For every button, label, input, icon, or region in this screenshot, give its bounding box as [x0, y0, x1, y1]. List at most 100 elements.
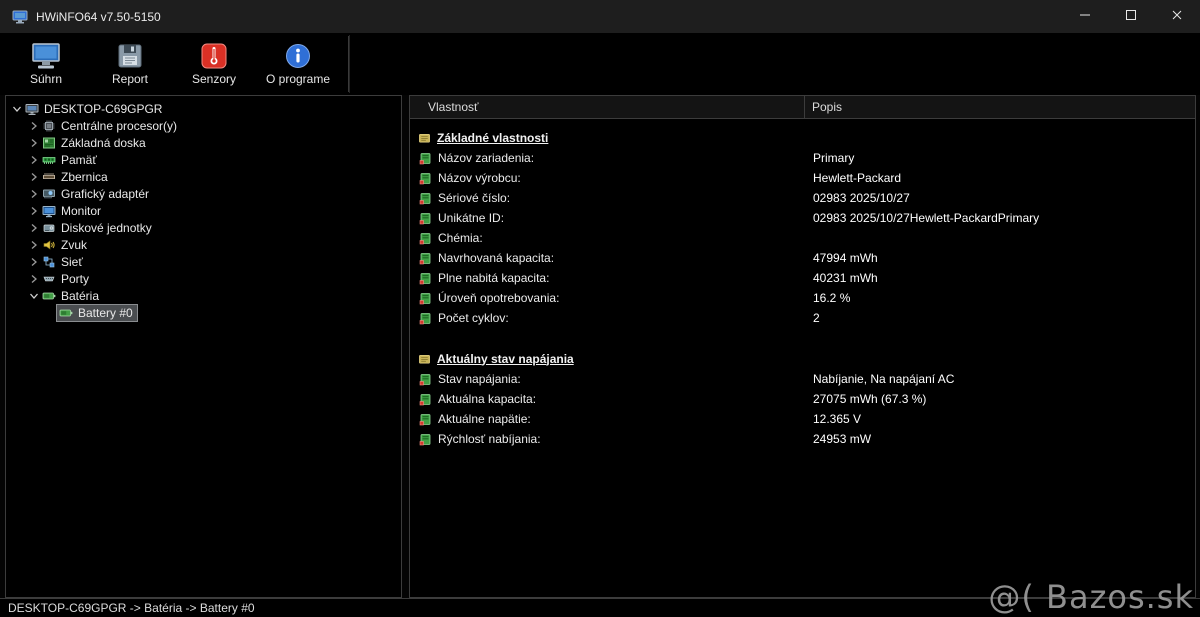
about-button[interactable]: O programe: [256, 36, 340, 92]
tree-item-zvuk[interactable]: Zvuk: [6, 236, 401, 253]
property-label: Aktuálne napätie:: [438, 412, 531, 426]
property-label: Sériové číslo:: [438, 191, 511, 205]
tree-item-z-kladn-doska[interactable]: Základná doska: [6, 134, 401, 151]
sensors-button[interactable]: Senzory: [172, 36, 256, 92]
property-cell: Sériové číslo:: [410, 191, 805, 205]
chevron-right-icon[interactable]: [27, 189, 40, 199]
property-label: Unikátne ID:: [438, 211, 505, 225]
toolbar-group: Súhrn Report Senzory O programe: [4, 35, 350, 93]
report-button[interactable]: Report: [88, 36, 172, 92]
report-icon: [117, 42, 143, 70]
prop-icon: [419, 252, 432, 265]
battery-icon: [59, 306, 73, 320]
tree-item-box[interactable]: DESKTOP-C69GPGR: [23, 101, 166, 117]
tree-item-zbernica[interactable]: Zbernica: [6, 168, 401, 185]
report-button-label: Report: [111, 72, 149, 86]
about-icon: [285, 42, 311, 70]
property-row-r-chlos-nab-jania[interactable]: Rýchlosť nabíjania: 24953 mW: [410, 429, 1195, 449]
chevron-down-icon[interactable]: [10, 104, 23, 114]
property-row-ch-mia[interactable]: Chémia:: [410, 228, 1195, 248]
tree-item-box[interactable]: Zbernica: [40, 169, 112, 185]
chevron-right-icon[interactable]: [27, 257, 40, 267]
monitor-icon: [42, 204, 56, 218]
property-row-navrhovan-kapacita[interactable]: Navrhovaná kapacita: 47994 mWh: [410, 248, 1195, 268]
toolbar: Súhrn Report Senzory O programe: [0, 33, 1200, 95]
tree-item-box[interactable]: Centrálne procesor(y): [40, 118, 181, 134]
close-icon: [1171, 9, 1183, 24]
property-row-unik-tne-id[interactable]: Unikátne ID: 02983 2025/10/27Hewlett-Pack…: [410, 208, 1195, 228]
column-header-value[interactable]: Popis: [805, 100, 842, 114]
battery-icon: [42, 289, 56, 303]
tree-item-box[interactable]: Pamäť: [40, 152, 101, 168]
property-label: Názov zariadenia:: [438, 151, 535, 165]
property-row-po-et-cyklov[interactable]: Počet cyklov: 2: [410, 308, 1195, 328]
property-cell: Názov zariadenia:: [410, 151, 805, 165]
chevron-down-icon[interactable]: [27, 291, 40, 301]
property-cell: Počet cyklov:: [410, 311, 805, 325]
tree-item-box[interactable]: Batéria: [40, 288, 103, 304]
status-bar: DESKTOP-C69GPGR -> Batéria -> Battery #0: [0, 598, 1200, 617]
column-header-property[interactable]: Vlastnosť: [410, 96, 805, 118]
property-cell: Chémia:: [410, 231, 805, 245]
chevron-right-icon[interactable]: [27, 206, 40, 216]
tree-item-box[interactable]: Porty: [40, 271, 93, 287]
summary-button[interactable]: Súhrn: [4, 36, 88, 92]
tree-item-battery-0[interactable]: Battery #0: [6, 303, 401, 322]
chevron-right-icon[interactable]: [27, 172, 40, 182]
chevron-right-icon[interactable]: [27, 274, 40, 284]
property-row-n-zov-v-robcu[interactable]: Názov výrobcu: Hewlett-Packard: [410, 168, 1195, 188]
chevron-right-icon[interactable]: [27, 121, 40, 131]
tree-item-box[interactable]: Grafický adaptér: [40, 186, 153, 202]
property-label: Chémia:: [438, 231, 483, 245]
folder-icon: [418, 352, 431, 365]
tree-item-monitor[interactable]: Monitor: [6, 202, 401, 219]
close-button[interactable]: [1154, 0, 1200, 33]
prop-icon: [419, 373, 432, 386]
property-row-rove-opotrebovania[interactable]: Úroveň opotrebovania: 16.2 %: [410, 288, 1195, 308]
tree-item-centr-lne-procesor-y[interactable]: Centrálne procesor(y): [6, 117, 401, 134]
property-cell: Aktuálne napätie:: [410, 412, 805, 426]
disk-icon: [42, 221, 56, 235]
tree-item-box[interactable]: Diskové jednotky: [40, 220, 156, 236]
tree-item-label: Základná doska: [61, 135, 146, 150]
property-row-aktu-lna-kapacita[interactable]: Aktuálna kapacita: 27075 mWh (67.3 %): [410, 389, 1195, 409]
tree-item-box[interactable]: Monitor: [40, 203, 105, 219]
tree-item-bat-ria[interactable]: Batéria: [6, 287, 401, 304]
prop-icon: [419, 292, 432, 305]
property-cell: Názov výrobcu:: [410, 171, 805, 185]
tree-item-box[interactable]: Zvuk: [40, 237, 91, 253]
tree-item-sie[interactable]: Sieť: [6, 253, 401, 270]
property-row-s-riov-slo[interactable]: Sériové číslo: 02983 2025/10/27: [410, 188, 1195, 208]
value-cell: 02983 2025/10/27Hewlett-PackardPrimary: [813, 211, 1040, 225]
tree-item-box[interactable]: Základná doska: [40, 135, 150, 151]
property-cell: Aktuálna kapacita:: [410, 392, 805, 406]
minimize-button[interactable]: [1062, 0, 1108, 33]
value-cell: 40231 mWh: [813, 271, 878, 285]
value-cell: Primary: [813, 151, 855, 165]
chevron-right-icon[interactable]: [27, 223, 40, 233]
maximize-button[interactable]: [1108, 0, 1154, 33]
sensors-button-label: Senzory: [191, 72, 237, 86]
property-label: Stav napájania:: [438, 372, 521, 386]
chevron-right-icon[interactable]: [27, 155, 40, 165]
property-row-plne-nabit-kapacita[interactable]: Plne nabitá kapacita: 40231 mWh: [410, 268, 1195, 288]
about-button-label: O programe: [265, 72, 331, 86]
device-tree[interactable]: DESKTOP-C69GPGR Centrálne procesor(y) Zákl…: [5, 95, 402, 598]
value-cell: 47994 mWh: [813, 251, 878, 265]
tree-item-box[interactable]: Sieť: [40, 254, 87, 270]
tree-item-label: Grafický adaptér: [61, 186, 150, 201]
property-row-aktu-lne-nap-tie[interactable]: Aktuálne napätie: 12.365 V: [410, 409, 1195, 429]
chevron-right-icon[interactable]: [27, 138, 40, 148]
property-row-n-zov-zariadenia[interactable]: Názov zariadenia: Primary: [410, 148, 1195, 168]
tree-item-selected-box[interactable]: Battery #0: [56, 303, 138, 322]
tree-item-desktop-c69gpgr[interactable]: DESKTOP-C69GPGR: [6, 100, 401, 117]
tree-item-label: Monitor: [61, 203, 102, 218]
chevron-right-icon[interactable]: [27, 240, 40, 250]
property-label: Navrhovaná kapacita:: [438, 251, 555, 265]
tree-item-grafick-adapt-r[interactable]: Grafický adaptér: [6, 185, 401, 202]
tree-item-label: Porty: [61, 271, 90, 286]
tree-item-pam[interactable]: Pamäť: [6, 151, 401, 168]
property-row-stav-nap-jania[interactable]: Stav napájania: Nabíjanie, Na napájaní AC: [410, 369, 1195, 389]
tree-item-porty[interactable]: Porty: [6, 270, 401, 287]
tree-item-diskov-jednotky[interactable]: Diskové jednotky: [6, 219, 401, 236]
